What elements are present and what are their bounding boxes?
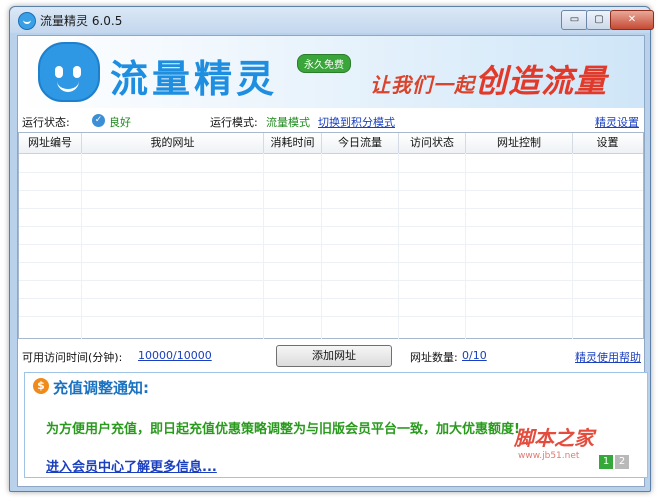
row-divider <box>19 280 643 281</box>
column-header-url[interactable]: 我的网址 <box>82 133 264 153</box>
mascot-icon <box>38 42 100 102</box>
row-divider <box>19 208 643 209</box>
switch-mode-link[interactable]: 切换到积分模式 <box>318 114 395 130</box>
column-divider <box>465 153 466 339</box>
time-value-link[interactable]: 10000/10000 <box>138 349 212 362</box>
table-header: 网址编号 我的网址 消耗时间 今日流量 访问状态 网址控制 设置 <box>19 133 643 154</box>
slogan-big: 创造流量 <box>475 62 608 100</box>
url-count-label: 网址数量: <box>410 351 458 364</box>
row-divider <box>19 190 643 191</box>
column-divider <box>572 153 573 339</box>
title-bar[interactable]: 流量精灵 6.0.5 ▭ ▢ ✕ <box>10 7 654 33</box>
row-divider <box>19 262 643 263</box>
column-divider <box>398 153 399 339</box>
maximize-button[interactable]: ▢ <box>586 10 612 30</box>
row-divider <box>19 298 643 299</box>
notice-title: 充值调整通知: <box>53 379 149 397</box>
member-center-link[interactable]: 进入会员中心了解更多信息... <box>46 456 217 475</box>
url-count-link[interactable]: 0/10 <box>462 349 487 362</box>
column-divider <box>321 153 322 339</box>
close-button[interactable]: ✕ <box>610 10 654 30</box>
column-divider <box>263 153 264 339</box>
app-logo-icon <box>18 12 36 30</box>
mascot-mouth-icon <box>57 81 79 92</box>
watermark-text: 脚本之家 <box>514 426 594 450</box>
free-badge: 永久免费 <box>297 54 351 73</box>
minimize-button[interactable]: ▭ <box>561 10 588 30</box>
add-url-button[interactable]: 添加网址 <box>276 345 392 367</box>
notice-page-1-button[interactable]: 1 <box>599 455 613 469</box>
header-banner: 流量精灵 永久免费 让我们一起创造流量 <box>18 36 644 108</box>
status-bar: 运行状态: ✓ 良好 运行模式: 流量模式 切换到积分模式 精灵设置 <box>18 112 644 130</box>
column-header-status[interactable]: 访问状态 <box>399 133 466 153</box>
watermark-url: www.jb51.net <box>518 451 580 461</box>
row-divider <box>19 226 643 227</box>
window-title: 流量精灵 6.0.5 <box>40 14 123 28</box>
mode-value: 流量模式 <box>266 116 310 129</box>
dollar-icon: $ <box>33 378 49 394</box>
slogan-small: 让我们一起 <box>370 73 475 97</box>
row-divider <box>19 244 643 245</box>
column-header-traffic[interactable]: 今日流量 <box>322 133 399 153</box>
mascot-eye-icon <box>73 66 81 78</box>
row-divider <box>19 316 643 317</box>
help-link[interactable]: 精灵使用帮助 <box>575 349 641 365</box>
app-window: 流量精灵 6.0.5 ▭ ▢ ✕ 流量精灵 永久免费 让我们一起创造流量 运行状… <box>9 6 654 492</box>
settings-link[interactable]: 精灵设置 <box>595 114 639 130</box>
main-panel: 流量精灵 永久免费 让我们一起创造流量 运行状态: ✓ 良好 运行模式: 流量模… <box>17 35 648 487</box>
logo-text: 流量精灵 <box>110 57 279 101</box>
column-header-id[interactable]: 网址编号 <box>19 133 82 153</box>
column-header-control[interactable]: 网址控制 <box>466 133 573 153</box>
mode-label: 运行模式: <box>210 116 258 129</box>
notice-body: 为方便用户充值，即日起充值优惠策略调整为与旧版会员平台一致，加大优惠额度! <box>46 422 520 437</box>
column-divider <box>81 153 82 339</box>
slogan: 让我们一起创造流量 <box>370 56 607 102</box>
mascot-eye-icon <box>55 66 63 78</box>
time-label: 可用访问时间(分钟): <box>22 351 123 364</box>
column-header-settings[interactable]: 设置 <box>573 133 642 153</box>
status-ok-icon: ✓ <box>92 114 105 127</box>
notice-page-2-button[interactable]: 2 <box>615 455 629 469</box>
run-status-value: 良好 <box>109 116 131 129</box>
column-header-time[interactable]: 消耗时间 <box>264 133 322 153</box>
row-divider <box>19 172 643 173</box>
url-table[interactable]: 网址编号 我的网址 消耗时间 今日流量 访问状态 网址控制 设置 <box>18 132 644 339</box>
run-status-label: 运行状态: <box>22 116 70 129</box>
bottom-toolbar: 可用访问时间(分钟): 10000/10000 添加网址 网址数量: 0/10 … <box>18 344 644 367</box>
